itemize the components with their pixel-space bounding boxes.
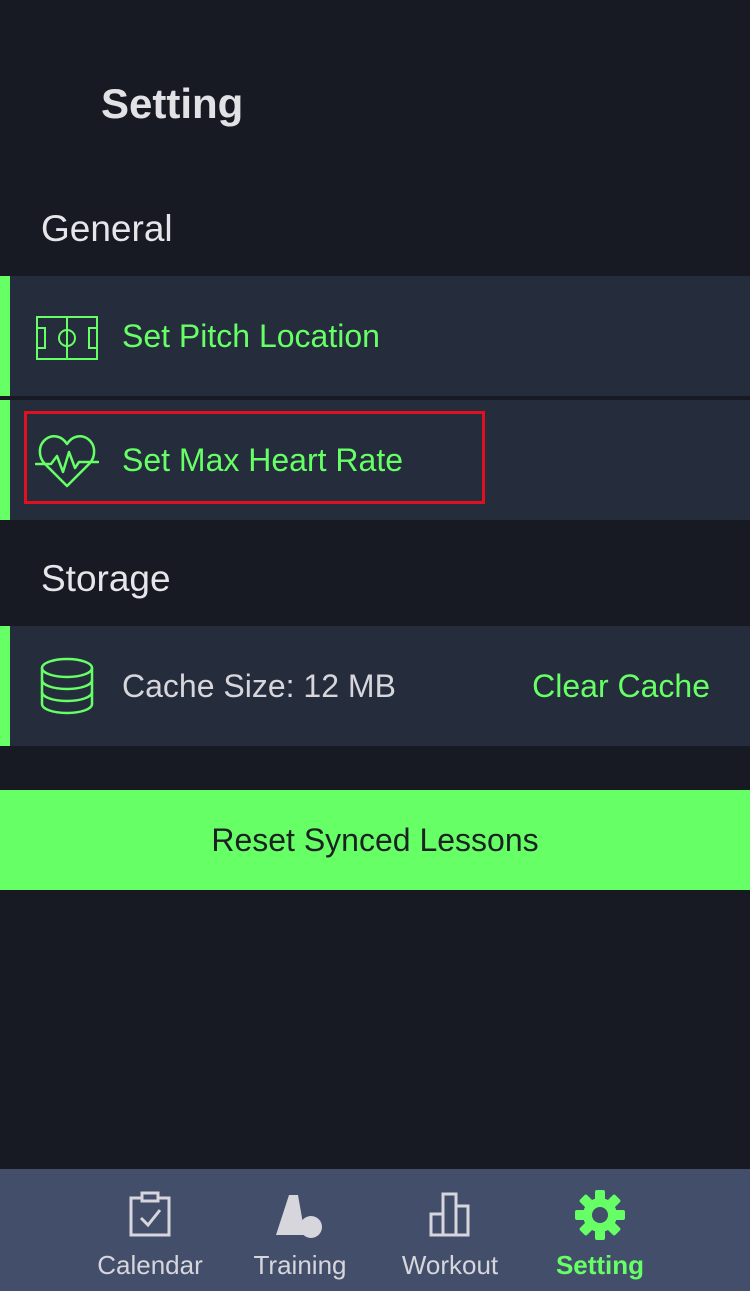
set-pitch-location-label: Set Pitch Location <box>122 318 380 354</box>
bar-chart-icon <box>429 1192 470 1237</box>
cache-size-row: Cache Size: 12 MB Clear Cache <box>0 626 750 746</box>
tab-calendar[interactable]: Calendar <box>75 1169 225 1291</box>
tab-training-label: Training <box>253 1250 347 1280</box>
pitch-icon <box>36 316 98 360</box>
cache-size-label: Cache Size: 12 MB <box>122 668 396 704</box>
gear-icon <box>575 1190 625 1240</box>
set-max-heart-rate-label: Set Max Heart Rate <box>122 442 403 478</box>
page-title: Setting <box>101 80 244 127</box>
tab-setting[interactable]: Setting <box>525 1169 675 1291</box>
reset-synced-lessons-button[interactable]: Reset Synced Lessons <box>0 790 750 890</box>
set-pitch-location-row[interactable]: Set Pitch Location <box>0 276 750 396</box>
clear-cache-button[interactable]: Clear Cache <box>532 666 710 706</box>
heart-rate-icon <box>35 435 99 488</box>
tab-workout[interactable]: Workout <box>375 1169 525 1291</box>
tab-bar: Calendar Training Workout Setting <box>0 1169 750 1291</box>
section-header-storage: Storage <box>41 558 171 599</box>
calendar-check-icon <box>129 1191 171 1237</box>
tab-training[interactable]: Training <box>225 1169 375 1291</box>
set-max-heart-rate-row[interactable]: Set Max Heart Rate <box>0 400 750 520</box>
tab-calendar-label: Calendar <box>97 1250 203 1280</box>
section-header-general: General <box>41 208 173 249</box>
database-icon <box>40 657 94 715</box>
tab-setting-label: Setting <box>555 1250 645 1280</box>
tab-workout-label: Workout <box>401 1250 499 1280</box>
training-cone-icon <box>276 1195 322 1238</box>
